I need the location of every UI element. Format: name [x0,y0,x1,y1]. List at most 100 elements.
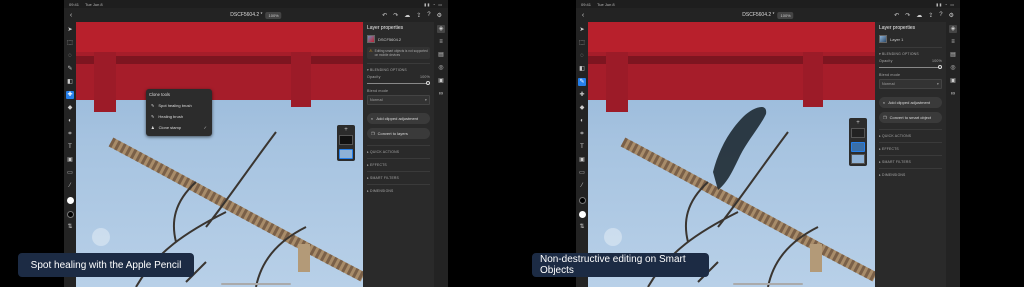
undo-icon[interactable]: ↶ [894,12,899,19]
cloud-icon[interactable]: ☁ [916,12,922,19]
convert-to-smart-object-button[interactable]: ❐ Convert to smart object [879,112,942,123]
layer-name: DSCF5604.2 [378,36,402,42]
section-effects[interactable]: ▸ EFFECTS [879,142,942,155]
brush-tool-icon[interactable]: ✎ [578,78,586,86]
blend-mode-label: Blend mode [879,73,901,77]
lasso-tool-icon[interactable]: ◌ [578,52,586,60]
blending-section[interactable]: ▾ BLENDING OPTIONS Opacity 100% Blend mo… [879,47,942,93]
blend-mode-select[interactable]: Normal ▾ [367,95,430,105]
menu-item-spot-healing[interactable]: ✎ Spot healing brush [149,100,209,111]
shape-icon[interactable]: ▭ [66,169,74,177]
blend-mode-select[interactable]: Normal ▾ [879,79,942,89]
adjust-icon[interactable]: ▤ [949,51,957,59]
brush-tool-icon[interactable]: ✎ [66,65,74,73]
layers-icon[interactable]: ◈ [949,25,957,33]
lasso-tool-icon[interactable]: ◌ [66,52,74,60]
add-clipped-adjustment-button[interactable]: ◐ Add clipped adjustment [367,113,430,124]
add-layer-icon[interactable]: + [856,120,860,126]
add-clipped-adjustment-button[interactable]: ◐ Add clipped adjustment [879,97,942,108]
slider-knob[interactable] [938,65,942,69]
share-icon[interactable]: ⇪ [928,12,933,19]
menu-item-healing[interactable]: ✎ Healing brush [149,111,209,122]
crop-icon[interactable]: ⌗ [66,130,74,138]
mask-icon[interactable]: ▣ [437,77,445,85]
redo-icon[interactable]: ↷ [905,12,910,19]
adjust-tool-icon[interactable]: ◐ [66,117,74,125]
undo-icon[interactable]: ↶ [382,12,387,19]
shape-icon[interactable]: ▭ [578,169,586,177]
clone-tool-icon[interactable]: ✚ [66,91,74,99]
stage: 09:41 Tue Jun 8 ▮▮ ◔ ▭ ‹ DSCF5604.2 * 10… [0,0,1024,287]
document-name[interactable]: DSCF5604.2 * [742,12,774,18]
section-quick-actions[interactable]: ▸ QUICK ACTIONS [879,129,942,142]
layer-thumb[interactable] [339,135,353,145]
section-quick-actions[interactable]: ▸ QUICK ACTIONS [367,145,430,158]
image-canvas[interactable] [76,22,363,287]
back-icon[interactable]: ‹ [576,12,590,19]
filter-icon[interactable]: ◎ [437,64,445,72]
select-tool-icon[interactable]: ⬚ [66,39,74,47]
swap-icon[interactable]: ⇅ [66,223,74,231]
section-smart-filters[interactable]: ▸ SMART FILTERS [367,171,430,184]
share-icon[interactable]: ⇪ [416,12,421,19]
fill-tool-icon[interactable]: ◆ [578,104,586,112]
eraser-icon[interactable]: ◧ [66,78,74,86]
swap-icon[interactable]: ⇅ [578,223,586,231]
clone-tools-menu: Clone tools ✎ Spot healing brush ✎ Heali… [146,89,212,136]
zoom-level[interactable]: 100% [265,11,282,19]
layer-thumb[interactable] [851,154,865,164]
cloud-icon[interactable]: ☁ [404,12,410,19]
layer-thumb-selected[interactable] [339,149,353,159]
background-color[interactable] [578,211,586,218]
section-smart-filters[interactable]: ▸ SMART FILTERS [879,155,942,168]
settings-icon[interactable]: ⚙ [949,12,954,19]
adjust-tool-icon[interactable]: ◐ [578,117,586,125]
link-icon[interactable]: ∞ [949,90,957,98]
clone-tool-icon[interactable]: ✚ [578,91,586,99]
slider-knob[interactable] [426,81,430,85]
background-color[interactable] [66,211,74,218]
eyedropper-icon[interactable]: ⁄ [578,182,586,190]
text-icon[interactable]: T [578,143,586,151]
mask-icon[interactable]: ▣ [949,77,957,85]
foreground-color[interactable] [578,197,586,204]
properties-icon[interactable]: ≡ [437,38,445,46]
back-icon[interactable]: ‹ [64,12,78,19]
zoom-level[interactable]: 100% [777,11,794,19]
redo-icon[interactable]: ↷ [393,12,398,19]
layer-thumb[interactable] [851,128,865,138]
foreground-color[interactable] [66,197,74,204]
menu-item-clone-stamp[interactable]: ♟ Clone stamp ✓ [149,122,209,133]
crop-icon[interactable]: ⌗ [578,130,586,138]
section-dimensions[interactable]: ▸ DIMENSIONS [879,168,942,181]
filter-icon[interactable]: ◎ [949,64,957,72]
document-name[interactable]: DSCF5604.2 * [230,12,262,18]
image-icon[interactable]: ▣ [66,156,74,164]
eraser-icon[interactable]: ◧ [578,65,586,73]
add-layer-icon[interactable]: + [344,127,348,133]
settings-icon[interactable]: ⚙ [437,12,442,19]
menu-item-label: Healing brush [158,114,184,119]
layers-icon[interactable]: ◈ [437,25,445,33]
opacity-slider[interactable] [367,81,430,85]
adjust-icon[interactable]: ▤ [437,51,445,59]
canvas-image [588,22,875,287]
section-dimensions[interactable]: ▸ DIMENSIONS [367,184,430,197]
convert-to-layers-button[interactable]: ❐ Convert to layers [367,128,430,139]
link-icon[interactable]: ∞ [437,90,445,98]
properties-icon[interactable]: ≡ [949,38,957,46]
select-tool-icon[interactable]: ⬚ [578,39,586,47]
image-canvas[interactable] [588,22,875,287]
section-effects[interactable]: ▸ EFFECTS [367,158,430,171]
opacity-slider[interactable] [879,65,942,69]
blending-section[interactable]: ▾ BLENDING OPTIONS Opacity 100% Blend mo… [367,63,430,109]
move-tool-icon[interactable]: ➤ [66,26,74,34]
help-icon[interactable]: ? [427,12,430,19]
move-tool-icon[interactable]: ➤ [578,26,586,34]
help-icon[interactable]: ? [939,12,942,19]
image-icon[interactable]: ▣ [578,156,586,164]
fill-tool-icon[interactable]: ◆ [66,104,74,112]
eyedropper-icon[interactable]: ⁄ [66,182,74,190]
text-icon[interactable]: T [66,143,74,151]
layer-thumb-selected[interactable] [851,142,865,152]
